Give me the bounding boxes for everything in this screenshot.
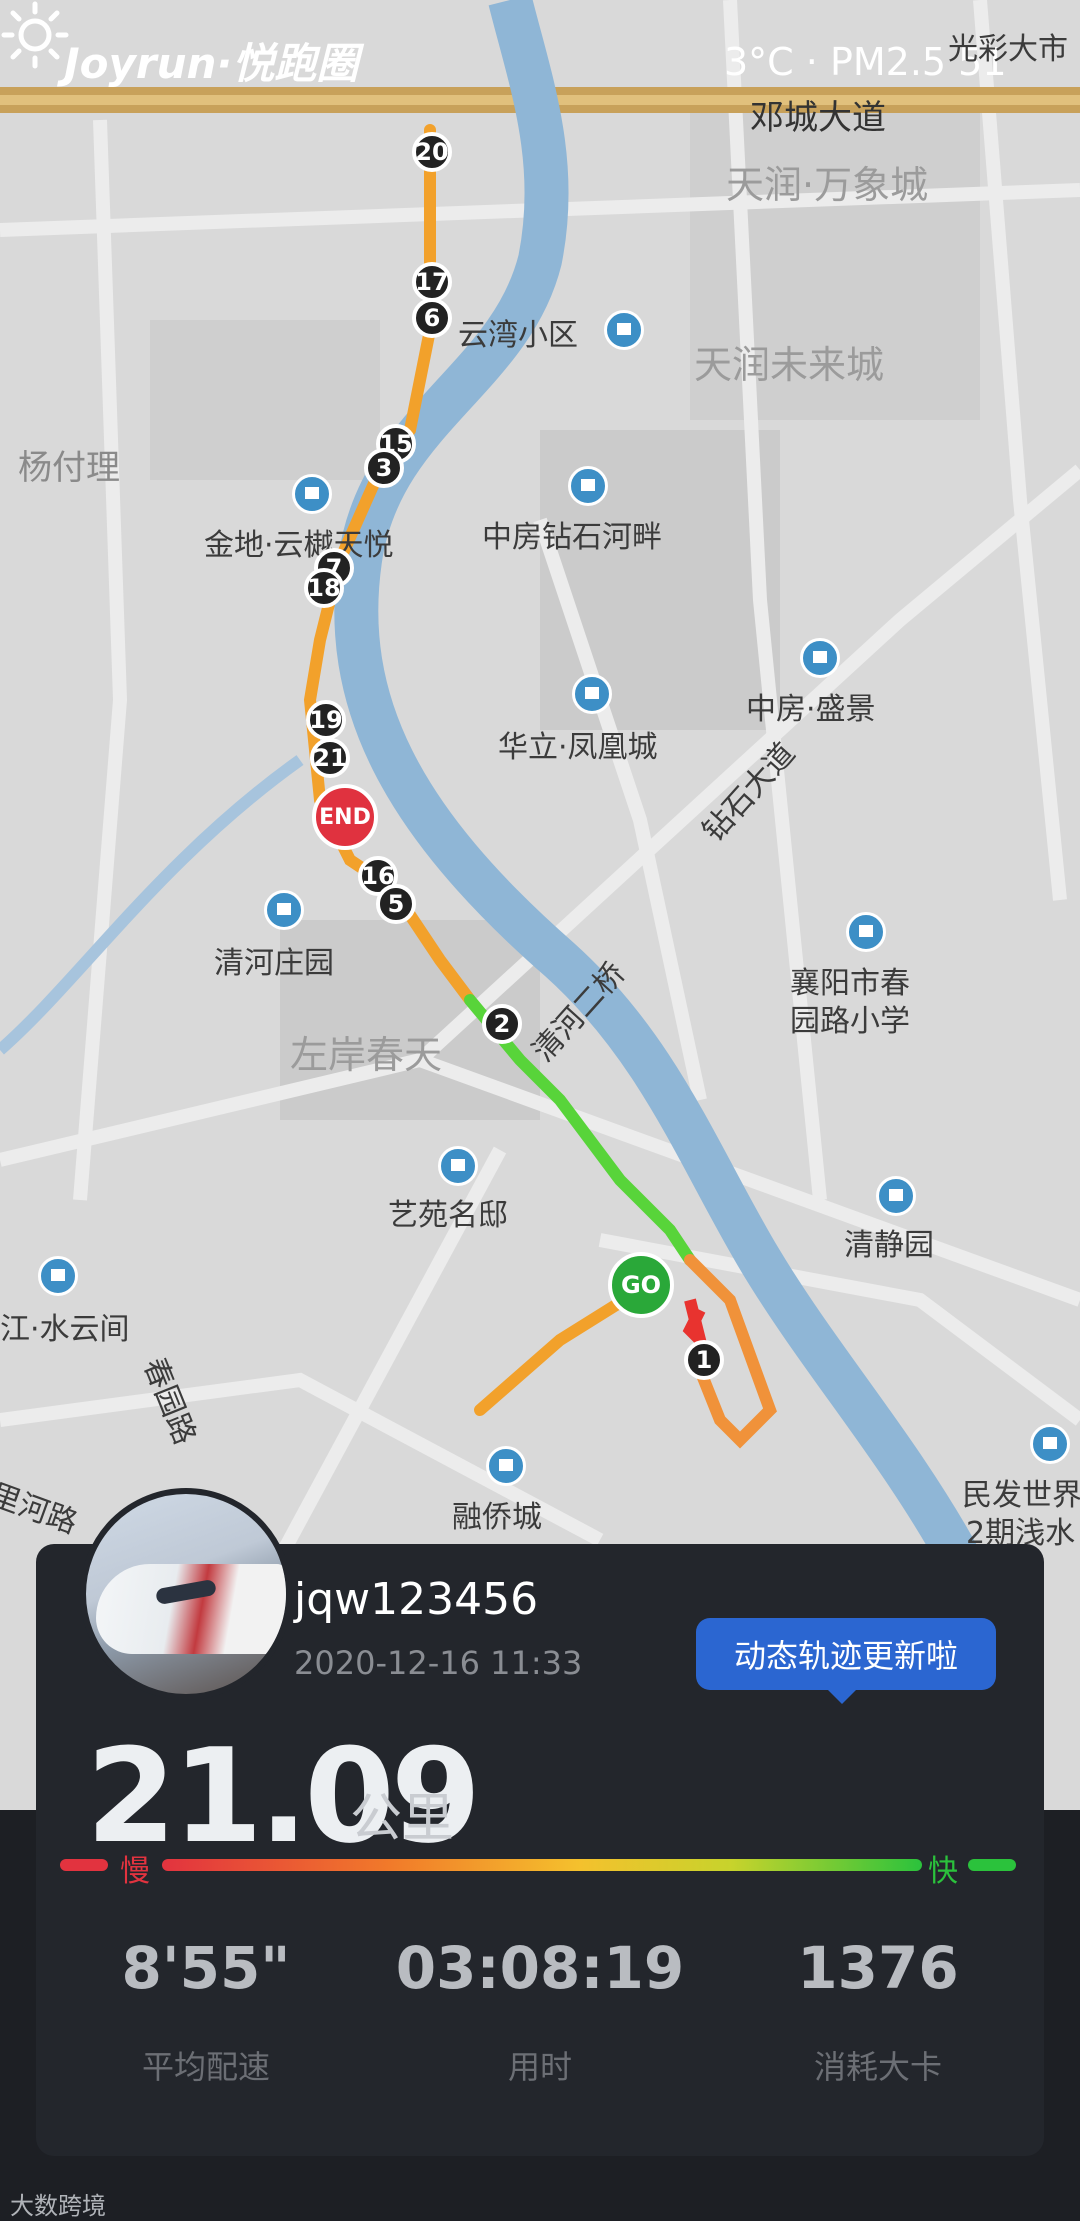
poi-label: 杨付理 — [18, 448, 120, 488]
duration-label: 用时 — [507, 2048, 572, 2086]
pace-bar-fast-cap — [968, 1859, 1016, 1871]
school-icon — [846, 912, 886, 952]
km-marker[interactable]: 3 — [364, 448, 404, 488]
building-icon — [1030, 1424, 1070, 1464]
calories-label: 消耗大卡 — [813, 2048, 942, 2086]
update-bubble[interactable]: 动态轨迹更新啦 — [696, 1618, 996, 1704]
end-marker[interactable]: END — [312, 784, 378, 850]
poi-label: 清静园 — [844, 1228, 934, 1263]
run-date: 2020-12-16 11:33 — [294, 1644, 583, 1682]
building-icon — [800, 638, 840, 678]
km-marker[interactable]: 21 — [310, 738, 350, 778]
brand-logo: Joyrun·悦跑圈 — [64, 39, 359, 88]
km-marker[interactable]: 18 — [304, 568, 344, 608]
poi-label: 光彩大市 — [948, 32, 1068, 67]
poi-label: 融侨城 — [452, 1500, 542, 1535]
building-icon — [604, 310, 644, 350]
road-label: 邓城大道 — [750, 98, 886, 138]
calories-value: 1376 — [797, 1934, 959, 2002]
building-icon — [568, 466, 608, 506]
km-marker[interactable]: 5 — [376, 884, 416, 924]
km-marker[interactable]: 17 — [412, 262, 452, 302]
building-icon — [876, 1176, 916, 1216]
km-marker[interactable]: 20 — [412, 132, 452, 172]
poi-label: 左岸春天 — [290, 1033, 443, 1077]
poi-label: 江·水云间 — [0, 1312, 130, 1347]
sun-icon — [1, 1, 69, 69]
watermark: 大数跨境 — [10, 2192, 106, 2220]
poi-label: 金地·云樾天悦 — [204, 528, 394, 563]
poi-label: 天润·万象城 — [726, 163, 929, 207]
km-marker[interactable]: 6 — [412, 298, 452, 338]
avg-pace-value: 8'55" — [121, 1934, 291, 2002]
km-marker[interactable]: 1 — [684, 1340, 724, 1380]
avg-pace-label: 平均配速 — [141, 2048, 270, 2086]
pace-bar-slow-cap — [60, 1859, 108, 1871]
pace-slow-label: 慢 — [120, 1854, 150, 1889]
duration-value: 03:08:19 — [395, 1934, 685, 2002]
km-marker[interactable]: 19 — [306, 700, 346, 740]
building-icon — [486, 1446, 526, 1486]
poi-label: 天润未来城 — [694, 343, 885, 387]
poi-label: 华立·凤凰城 — [498, 730, 658, 765]
building-icon — [38, 1256, 78, 1296]
avatar[interactable] — [80, 1488, 292, 1700]
km-marker[interactable]: 2 — [482, 1004, 522, 1044]
poi-label: 清河庄园 — [214, 946, 334, 981]
pace-fast-label: 快 — [928, 1854, 958, 1889]
building-icon — [292, 474, 332, 514]
distance-unit: 公里 — [350, 1789, 455, 1849]
pace-gradient-bar — [162, 1859, 922, 1871]
username: jqw123456 — [294, 1574, 539, 1625]
poi-label: 艺苑名邸 — [388, 1198, 508, 1233]
poi-label: 园路小学 — [790, 1004, 910, 1039]
building-icon — [572, 674, 612, 714]
poi-label: 云湾小区 — [458, 318, 578, 353]
poi-label: 中房·盛景 — [746, 692, 876, 727]
building-icon — [438, 1146, 478, 1186]
start-marker[interactable]: GO — [608, 1252, 674, 1318]
poi-label: 中房钻石河畔 — [482, 520, 662, 555]
building-icon — [264, 890, 304, 930]
